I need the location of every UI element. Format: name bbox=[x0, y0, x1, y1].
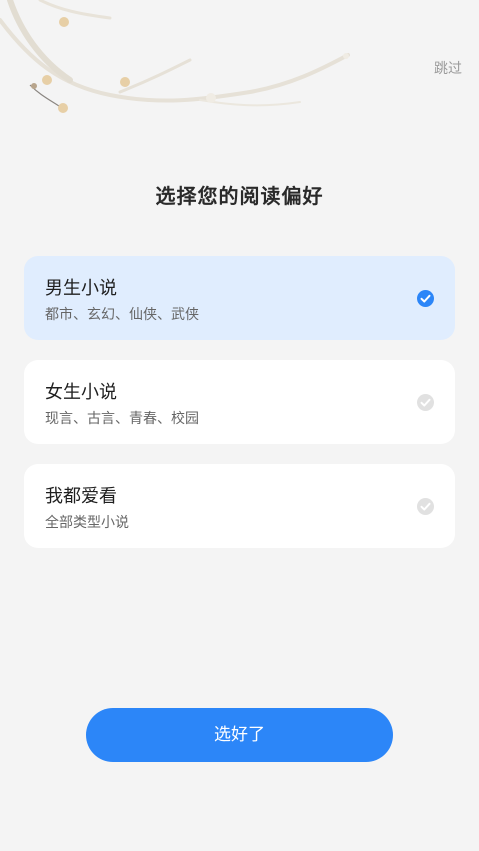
option-card-female-novels[interactable]: 女生小说 现言、古言、青春、校园 bbox=[24, 360, 455, 444]
check-circle-icon bbox=[417, 394, 434, 411]
option-title: 男生小说 bbox=[45, 278, 117, 299]
plum-blossom-branch-icon bbox=[0, 0, 350, 113]
option-subtitle: 全部类型小说 bbox=[45, 515, 129, 531]
option-card-male-novels[interactable]: 男生小说 都市、玄幻、仙侠、武侠 bbox=[24, 256, 455, 340]
option-title: 我都爱看 bbox=[45, 486, 117, 507]
check-circle-icon bbox=[417, 498, 434, 515]
confirm-button[interactable]: 选好了 bbox=[86, 708, 393, 762]
option-title: 女生小说 bbox=[45, 382, 117, 403]
option-card-all-novels[interactable]: 我都爱看 全部类型小说 bbox=[24, 464, 455, 548]
skip-button[interactable]: 跳过 bbox=[434, 58, 462, 78]
check-circle-icon bbox=[417, 290, 434, 307]
option-subtitle: 现言、古言、青春、校园 bbox=[45, 411, 199, 427]
page-title: 选择您的阅读偏好 bbox=[155, 184, 324, 208]
option-subtitle: 都市、玄幻、仙侠、武侠 bbox=[45, 307, 199, 323]
